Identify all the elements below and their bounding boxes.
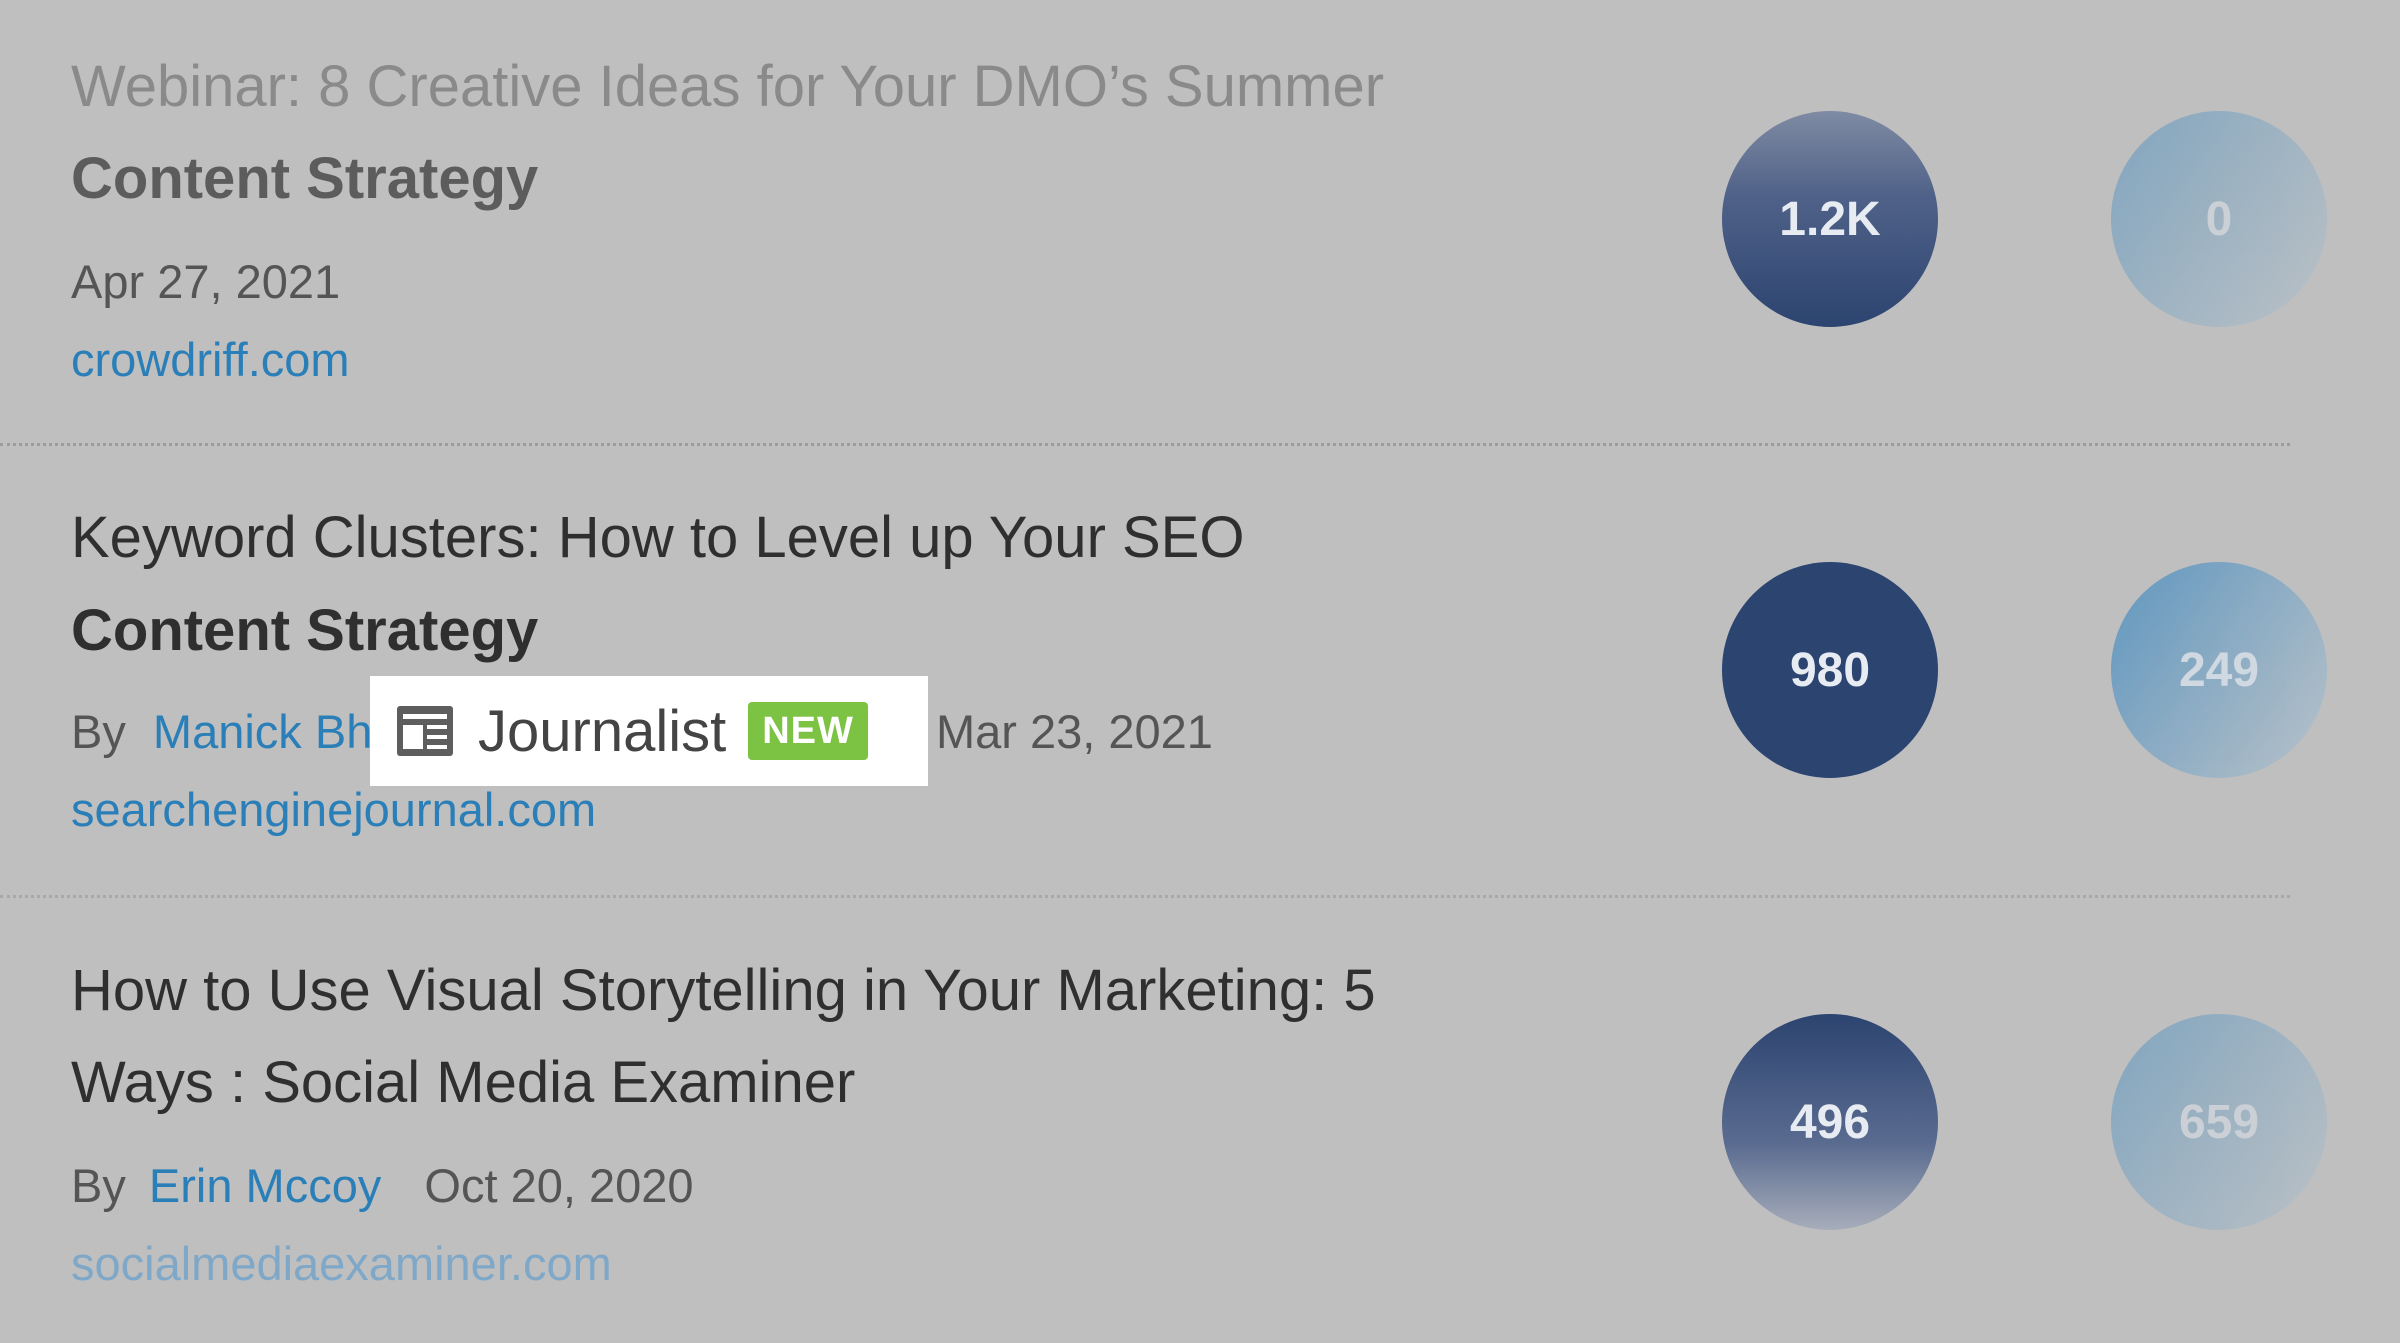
- metric-value: 496: [1789, 1095, 1871, 1149]
- article-title[interactable]: How to Use Visual Storytelling in Your M…: [71, 962, 1376, 1020]
- author-link[interactable]: Manick Bha: [153, 705, 399, 758]
- article-title-line2[interactable]: Ways : Social Media Examiner: [71, 1054, 855, 1112]
- article-domain-link[interactable]: crowdriff.com: [71, 336, 350, 383]
- metric-circle-primary[interactable]: 496: [1722, 1014, 1938, 1230]
- article-date: Mar 23, 2021: [936, 705, 1213, 758]
- metric-circle-secondary[interactable]: 249: [2111, 562, 2327, 778]
- metric-value: 659: [2178, 1095, 2260, 1149]
- new-badge: NEW: [748, 702, 868, 760]
- article-title-line2[interactable]: Content Strategy: [71, 602, 538, 660]
- metric-circle-primary[interactable]: 1.2K: [1722, 111, 1938, 327]
- metric-circle-primary[interactable]: 980: [1722, 562, 1938, 778]
- journalist-tooltip[interactable]: Journalist NEW: [370, 676, 928, 786]
- article-byline: By Manick Bha: [71, 708, 398, 755]
- byline-prefix: By: [71, 705, 126, 758]
- article-title[interactable]: Webinar: 8 Creative Ideas for Your DMO’s…: [71, 58, 1384, 116]
- journalist-label: Journalist: [478, 698, 727, 764]
- newspaper-icon: [395, 704, 455, 758]
- article-byline: By Erin Mccoy Oct 20, 2020: [71, 1162, 694, 1209]
- byline-prefix: By: [71, 1159, 126, 1212]
- metric-circle-secondary[interactable]: 0: [2111, 111, 2327, 327]
- metric-value: 1.2K: [1779, 192, 1881, 246]
- row-divider: [0, 443, 2290, 446]
- metric-value: 980: [1789, 643, 1871, 697]
- row-divider: [0, 895, 2290, 898]
- article-domain-link[interactable]: searchenginejournal.com: [71, 786, 596, 833]
- metric-circle-secondary[interactable]: 659: [2111, 1014, 2327, 1230]
- article-domain-link[interactable]: socialmediaexaminer.com: [71, 1240, 612, 1287]
- article-title[interactable]: Keyword Clusters: How to Level up Your S…: [71, 509, 1244, 567]
- metric-value: 0: [2205, 192, 2233, 246]
- article-date: Apr 27, 2021: [71, 255, 341, 308]
- metric-value: 249: [2178, 643, 2260, 697]
- article-title-line2[interactable]: Content Strategy: [71, 150, 538, 208]
- author-link[interactable]: Erin Mccoy: [149, 1159, 381, 1212]
- article-date: Oct 20, 2020: [424, 1159, 694, 1212]
